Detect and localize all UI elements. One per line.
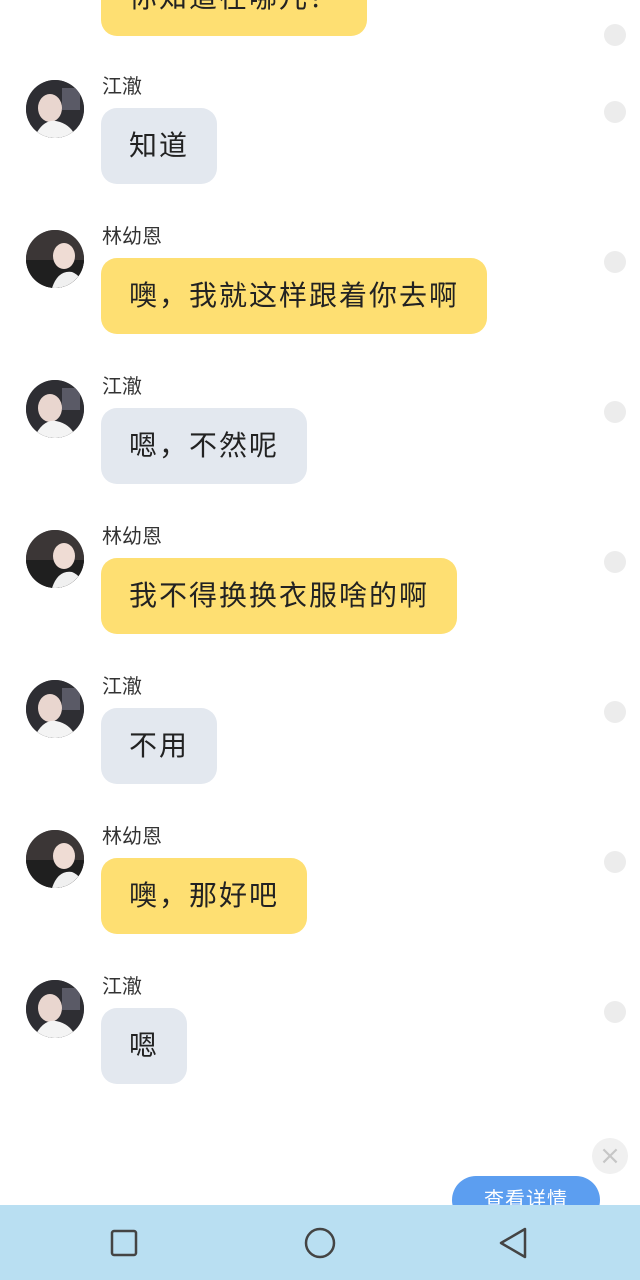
message-row: 林幼恩 噢，那好吧 <box>0 750 640 934</box>
sender-name: 江澈 <box>102 74 142 98</box>
sender-name: 林幼恩 <box>102 824 162 848</box>
sender-name: 江澈 <box>102 374 142 398</box>
triangle-back-icon[interactable] <box>493 1223 533 1263</box>
avatar[interactable] <box>26 380 84 438</box>
sender-name: 林幼恩 <box>102 524 162 548</box>
message-status-dot <box>604 1001 626 1023</box>
avatar[interactable] <box>26 230 84 288</box>
message-row: 林幼恩 我不得换换衣服啥的啊 <box>0 450 640 634</box>
avatar[interactable] <box>26 80 84 138</box>
message-bubble[interactable]: 嗯 <box>101 1008 188 1084</box>
message-status-dot <box>604 851 626 873</box>
sender-name: 江澈 <box>102 974 142 998</box>
close-icon[interactable]: × <box>592 1138 628 1174</box>
message-row: 林幼恩 噢，我就这样跟着你去啊 <box>0 150 640 334</box>
avatar[interactable] <box>26 830 84 888</box>
message-row: 江澈 知道 <box>0 0 640 184</box>
message-status-dot <box>604 701 626 723</box>
message-row: 江澈 不用 <box>0 600 640 784</box>
circle-home-icon[interactable] <box>300 1223 340 1263</box>
message-status-dot <box>604 101 626 123</box>
chat-scroll-area[interactable]: 你知道在哪儿？ 江澈 知道 林幼恩 噢，我就这样跟着你去啊 江澈 嗯，不然呢 林… <box>0 0 640 1205</box>
avatar[interactable] <box>26 980 84 1038</box>
message-status-dot <box>604 401 626 423</box>
system-navigation-bar <box>0 1205 640 1280</box>
avatar[interactable] <box>26 680 84 738</box>
avatar[interactable] <box>26 530 84 588</box>
sender-name: 江澈 <box>102 674 142 698</box>
message-row: 江澈 嗯，不然呢 <box>0 300 640 484</box>
message-row: 江澈 嗯 <box>0 900 640 1084</box>
message-status-dot <box>604 251 626 273</box>
message-status-dot <box>604 551 626 573</box>
sender-name: 林幼恩 <box>102 224 162 248</box>
square-recent-icon[interactable] <box>104 1223 144 1263</box>
